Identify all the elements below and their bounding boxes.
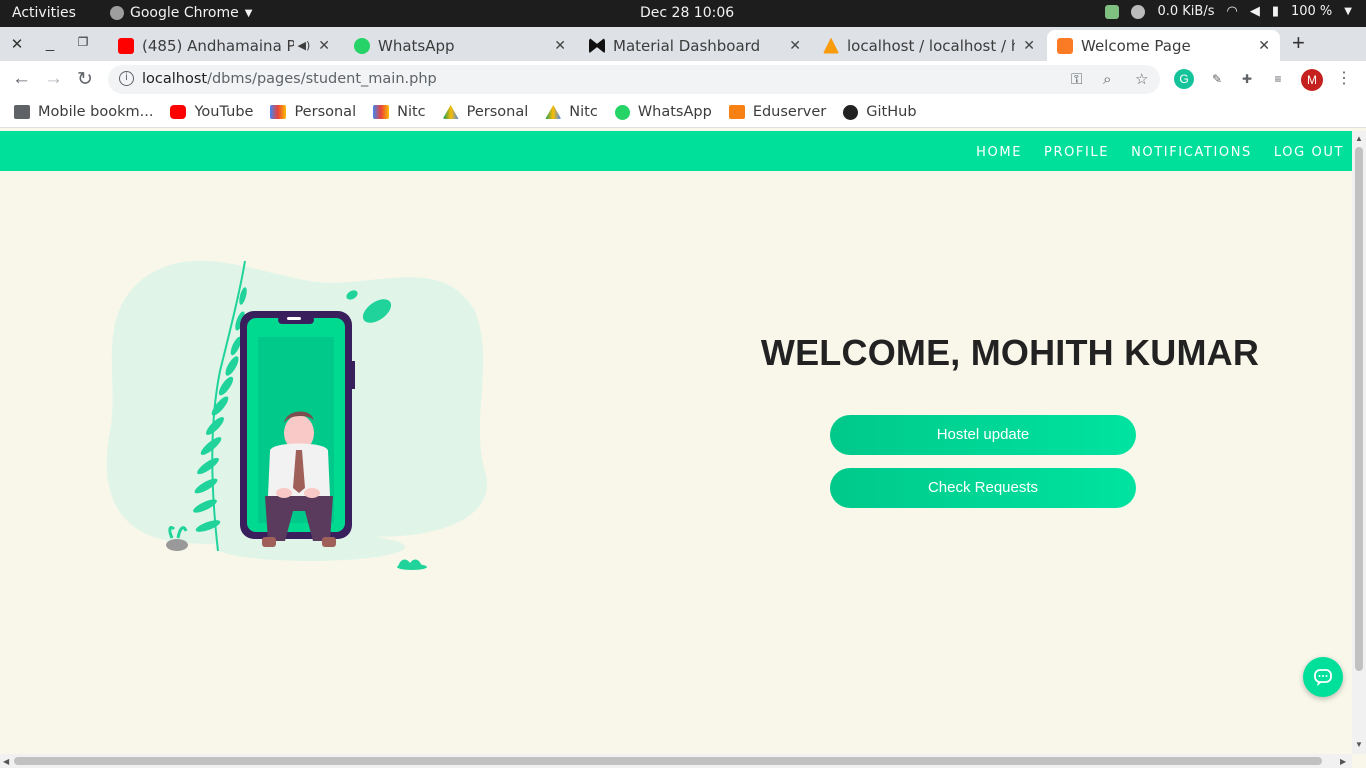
tab-title: localhost / localhost / ho [847,36,1016,55]
tab-title: Welcome Page [1081,36,1191,55]
horizontal-scrollbar[interactable]: ◀ ▶ [0,754,1352,768]
avatar[interactable]: M [1301,69,1323,91]
back-icon[interactable]: ← [12,68,31,90]
folder-icon [14,105,30,119]
tab-title: Material Dashboard [613,36,761,55]
volume-icon: ◀ [1249,4,1260,19]
media-controls-icon[interactable]: ≡ [1268,69,1288,89]
new-tab-icon[interactable]: + [1292,30,1305,56]
vertical-scrollbar[interactable]: ▲ ▼ [1352,131,1366,754]
audio-icon[interactable]: ◀) [298,39,311,52]
whatsapp-icon [354,37,370,54]
bookmark-whatsapp[interactable]: WhatsApp [614,104,712,120]
scroll-down-icon[interactable]: ▼ [1355,740,1363,749]
nav-notifications-link[interactable]: NOTIFICATIONS [1131,145,1252,160]
site-info-icon[interactable]: i [119,71,134,86]
site-navbar: HOME PROFILE NOTIFICATIONS LOG OUT [0,131,1352,171]
tab-material-dashboard[interactable]: Material Dashboard ✕ [579,30,811,61]
minimize-window-icon[interactable]: _ [41,35,59,52]
chrome-menu-icon[interactable]: ⋮ [1334,69,1354,89]
xampp-icon [1057,37,1073,54]
moodle-icon [728,105,745,119]
bookmark-github[interactable]: GitHub [843,104,917,120]
chevron-down-icon: ▼ [1344,6,1352,17]
activities-button[interactable]: Activities [12,5,76,21]
vertical-scroll-thumb[interactable] [1355,147,1363,671]
bowtie-icon [589,37,605,54]
bookmark-personal-gmail[interactable]: Personal [270,104,356,120]
horizontal-scroll-thumb[interactable] [14,757,1322,765]
net-speed: 0.0 KiB/s [1157,4,1215,19]
clock[interactable]: Dec 28 10:06 [640,5,734,21]
system-tray[interactable]: 0.0 KiB/s ◠ ◀ ▮ 100 % ▼ [1105,4,1352,19]
close-tab-icon[interactable]: ✕ [318,38,330,54]
chat-button[interactable] [1303,657,1343,697]
restore-window-icon[interactable]: ❐ [74,35,92,49]
key-icon[interactable]: ⚿ [1071,70,1082,88]
zoom-icon[interactable]: ⌕ [1103,70,1111,88]
scroll-up-icon[interactable]: ▲ [1355,134,1363,143]
chevron-down-icon: ▼ [244,7,253,19]
drive-icon [545,105,562,119]
app-name: Google Chrome [130,5,239,21]
nav-links: HOME PROFILE NOTIFICATIONS LOG OUT [976,145,1344,160]
bookmark-nitc-drive[interactable]: Nitc [545,104,598,120]
close-window-icon[interactable]: ✕ [8,35,26,53]
tab-strip: ✕ _ ❐ (485) Andhamaina Pre ◀) ✕ WhatsApp… [0,27,1366,81]
page-viewport: HOME PROFILE NOTIFICATIONS LOG OUT WELCO… [0,131,1352,754]
toolbar: ← → ↻ i localhost/dbms/pages/student_mai… [0,61,1366,97]
youtube-icon [118,37,134,54]
bookmark-star-icon[interactable]: ☆ [1135,70,1148,88]
check-requests-button[interactable]: Check Requests [830,468,1136,508]
battery-level: 100 % [1290,4,1333,19]
address-bar[interactable]: i localhost/dbms/pages/student_main.php … [108,65,1160,94]
url-text[interactable]: localhost/dbms/pages/student_main.php [142,71,437,87]
drive-icon [442,105,459,119]
phpmyadmin-icon [823,37,839,54]
tab-title: (485) Andhamaina Pre [142,36,294,55]
bookmarks-bar: Mobile bookm... YouTube Personal Nitc Pe… [0,97,1366,128]
scroll-right-icon[interactable]: ▶ [1340,757,1346,766]
scroll-left-icon[interactable]: ◀ [3,757,9,766]
reload-icon[interactable]: ↻ [77,68,93,91]
tab-welcome-page[interactable]: Welcome Page ✕ [1047,30,1280,61]
battery-icon: ▮ [1271,4,1279,19]
close-tab-icon[interactable]: ✕ [1258,38,1270,54]
youtube-icon [170,105,187,119]
wifi-icon: ◠ [1226,4,1238,19]
bookmark-mobile[interactable]: Mobile bookm... [14,104,153,120]
chrome-icon [110,6,124,20]
tab-phpmyadmin[interactable]: localhost / localhost / ho ✕ [813,30,1045,61]
phone-person-illustration [106,260,488,570]
tab-whatsapp[interactable]: WhatsApp ✕ [344,30,576,61]
shield-icon [1105,4,1120,19]
forward-icon[interactable]: → [44,68,63,90]
bookmark-eduserver[interactable]: Eduserver [728,104,826,120]
tab-title: WhatsApp [378,36,455,55]
app-menu[interactable]: Google Chrome ▼ [110,5,252,21]
welcome-heading: WELCOME, MOHITH KUMAR [760,332,1260,373]
github-icon [843,104,859,120]
close-tab-icon[interactable]: ✕ [1023,38,1035,54]
nav-home-link[interactable]: HOME [976,145,1022,160]
grammarly-icon[interactable]: G [1174,69,1194,89]
extensions-puzzle-icon[interactable]: ✚ [1237,69,1257,89]
chat-bubble-icon [1314,669,1332,686]
gmail-icon [373,105,390,119]
bookmark-personal-drive[interactable]: Personal [442,104,528,120]
whatsapp-icon [614,104,630,120]
eyedropper-extension-icon[interactable]: ✎ [1207,69,1227,89]
close-tab-icon[interactable]: ✕ [789,38,801,54]
system-top-bar: Activities Google Chrome ▼ Dec 28 10:06 … [0,0,1366,27]
tab-youtube[interactable]: (485) Andhamaina Pre ◀) ✕ [108,30,340,61]
close-tab-icon[interactable]: ✕ [554,38,566,54]
nav-profile-link[interactable]: PROFILE [1044,145,1109,160]
nav-logout-link[interactable]: LOG OUT [1274,145,1344,160]
bookmark-youtube[interactable]: YouTube [170,104,253,120]
bookmark-nitc-gmail[interactable]: Nitc [373,104,426,120]
gmail-icon [270,105,287,119]
network-monitor-icon [1131,4,1146,19]
hostel-update-button[interactable]: Hostel update [830,415,1136,455]
